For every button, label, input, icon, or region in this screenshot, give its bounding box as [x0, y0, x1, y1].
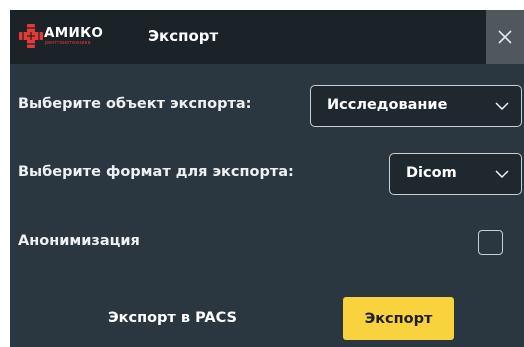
export-dialog: АМИКО рентгенотехника Экспорт Выберите о… [10, 10, 524, 347]
export-format-value: Dicom [406, 165, 457, 181]
chevron-down-icon [495, 170, 509, 178]
amico-logo: АМИКО рентгенотехника [18, 23, 122, 51]
export-button-label: Экспорт [364, 310, 433, 327]
close-icon [498, 30, 512, 44]
titlebar: АМИКО рентгенотехника Экспорт [10, 10, 524, 64]
window-title: Экспорт [148, 27, 219, 45]
logo-subtitle: рентгенотехника [45, 41, 91, 46]
export-object-select[interactable]: Исследование [310, 85, 522, 127]
logo-name: АМИКО [44, 25, 104, 41]
export-object-value: Исследование [327, 97, 448, 113]
export-format-select[interactable]: Dicom [389, 153, 522, 195]
anonymization-label: Анонимизация [18, 233, 140, 249]
close-button[interactable] [486, 10, 524, 64]
export-format-label: Выберите формат для экспорта: [18, 164, 294, 180]
anonymization-checkbox[interactable] [478, 230, 503, 255]
export-button[interactable]: Экспорт [343, 297, 454, 340]
export-to-pacs-button[interactable]: Экспорт в PACS [108, 310, 237, 326]
export-object-label: Выберите объект экспорта: [18, 96, 252, 112]
amico-cross-icon [19, 24, 43, 48]
chevron-down-icon [495, 102, 509, 110]
